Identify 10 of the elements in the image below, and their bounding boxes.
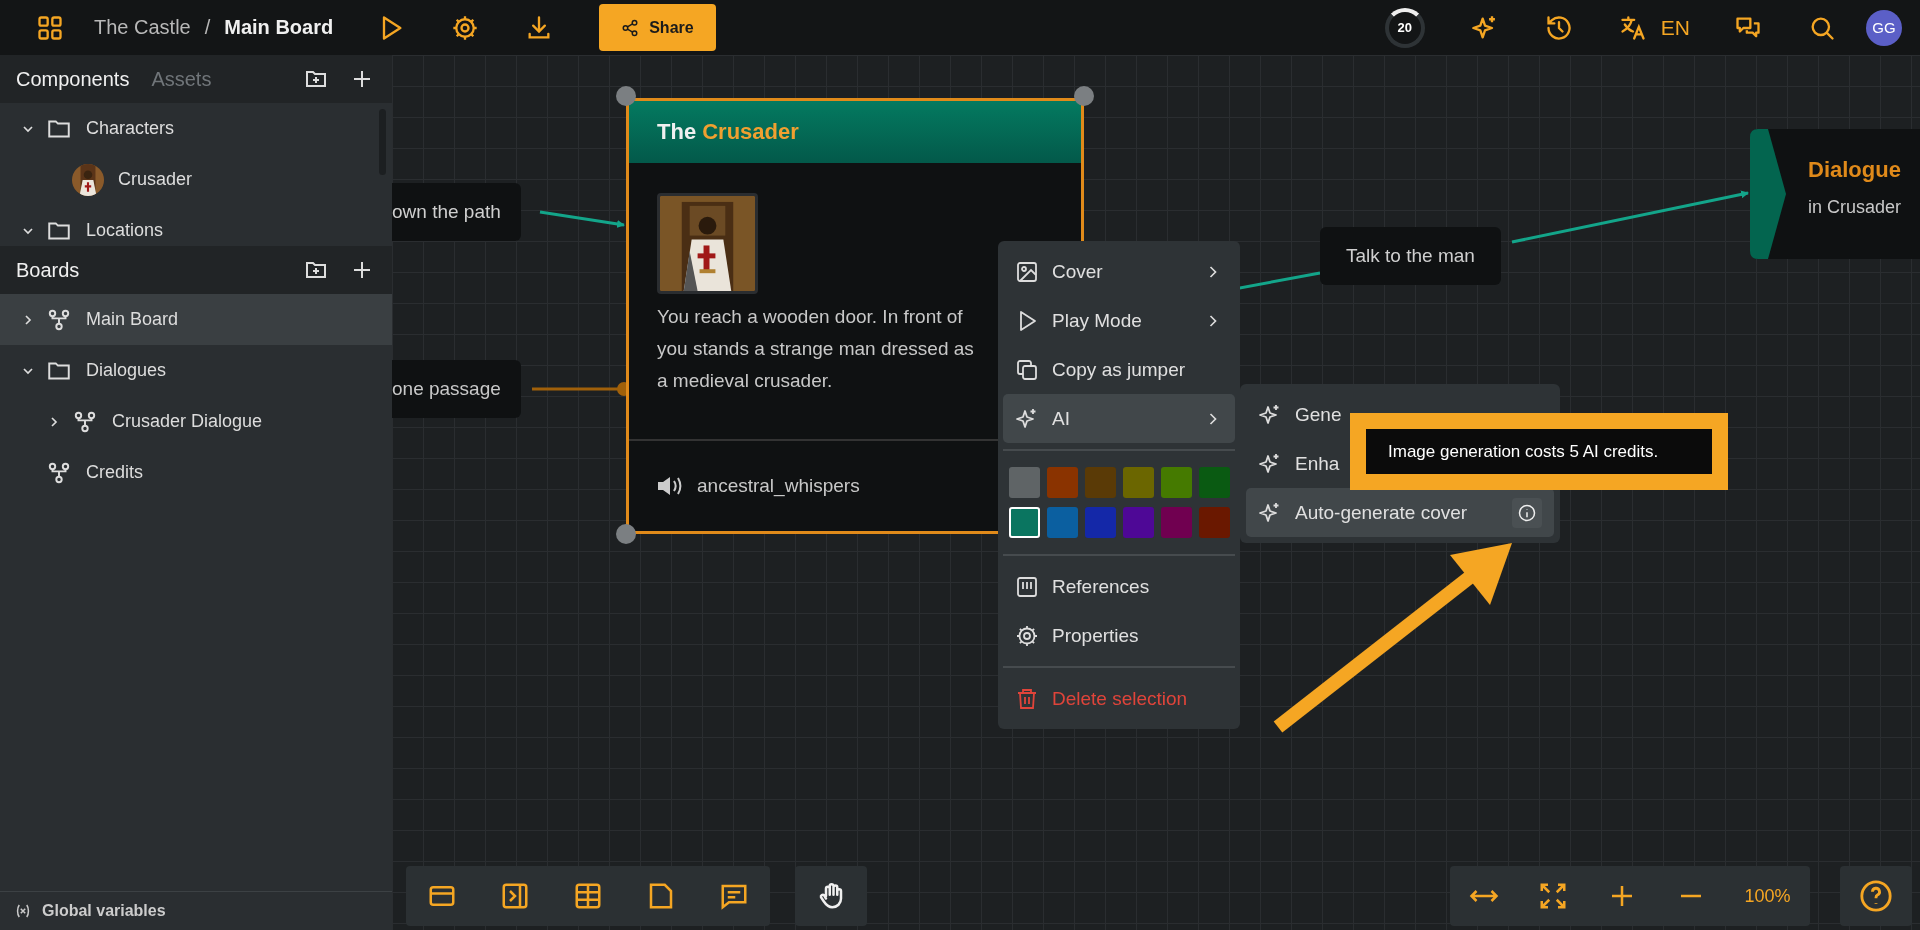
card-text: You reach a wooden door. In front of you stands a strange man dressed as a medieval crusader. <box>657 305 975 393</box>
node-subtitle: in Crusader <box>1808 197 1902 218</box>
card-title: The Crusader <box>657 119 799 145</box>
zoom-level: 100% <box>1744 885 1791 907</box>
tooltip-text: Image generation costs 5 AI credits. <box>1388 441 1659 462</box>
section-title: Boards <box>16 258 80 282</box>
breadcrumb-separator: / <box>204 16 211 39</box>
node-title: Dialogue <box>1808 157 1902 183</box>
audio-name: ancestral_whispers <box>697 475 860 497</box>
board-title: Main Board <box>224 16 334 39</box>
